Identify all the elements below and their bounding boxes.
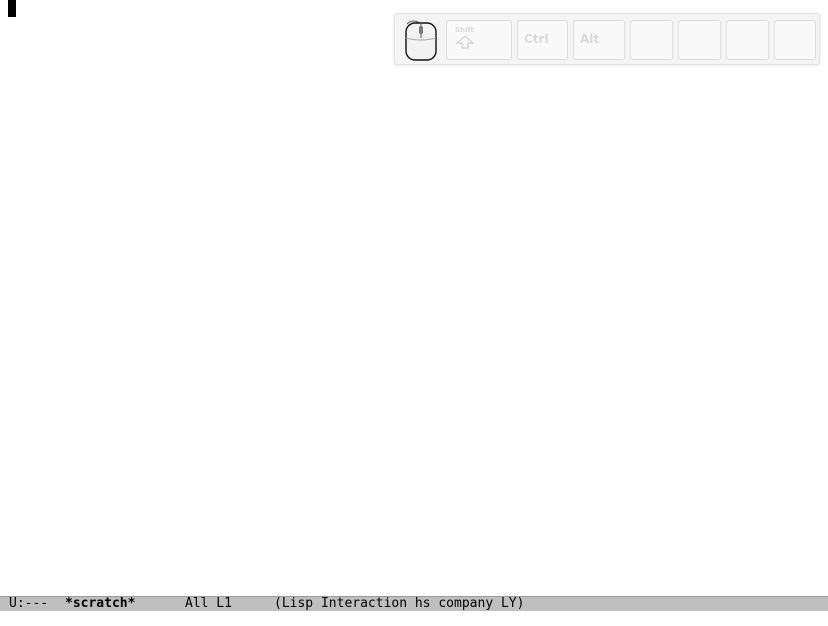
modeline-status: U:--- xyxy=(9,596,49,611)
shift-key-label: Shift xyxy=(455,26,474,34)
scratch-buffer[interactable] xyxy=(0,0,828,596)
blank-key-1 xyxy=(630,20,673,60)
modeline-modes[interactable]: (Lisp Interaction hs company LY) xyxy=(274,597,524,611)
mouse-icon xyxy=(405,20,437,61)
shift-arrow-icon xyxy=(456,35,474,49)
text-cursor xyxy=(8,0,16,17)
ctrl-key: Ctrl xyxy=(517,20,568,60)
modeline-position: All L1 xyxy=(185,596,232,611)
mode-line[interactable]: U:--- *scratch* All L1 (Lisp Interaction… xyxy=(0,596,828,611)
blank-key-4 xyxy=(774,20,816,60)
minibuffer[interactable] xyxy=(0,611,828,626)
keycast-overlay: Shift Ctrl Alt xyxy=(394,13,820,65)
blank-key-3 xyxy=(726,20,769,60)
alt-key: Alt xyxy=(573,20,625,60)
blank-key-2 xyxy=(678,20,721,60)
ctrl-key-label: Ctrl xyxy=(524,32,549,46)
shift-key: Shift xyxy=(446,20,512,60)
modeline-buffer-name[interactable]: *scratch* xyxy=(65,597,135,611)
alt-key-label: Alt xyxy=(580,32,600,46)
